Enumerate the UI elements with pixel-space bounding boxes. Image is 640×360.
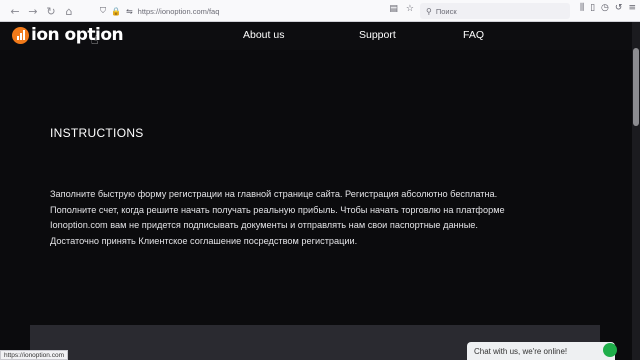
shield-icon: ⛉ [100,6,106,15]
history-icon[interactable]: ◷ [601,3,609,13]
sidebar-icon[interactable]: ▯ [590,3,595,13]
logo-text: ion option [31,25,124,45]
tracking-icon: ⇋ [125,6,133,16]
scrollbar[interactable] [632,22,640,360]
main-content: INSTRUCTIONS Заполните быструю форму рег… [0,50,632,360]
search-placeholder: Поиск [435,6,457,16]
nav-faq[interactable]: FAQ [463,29,484,41]
site-header: ion option ☝ About us Support FAQ [0,22,632,50]
lock-icon: 🔒 [111,6,121,16]
reader-view-icon[interactable]: ▤ [389,4,398,14]
search-icon: ⚲ [426,6,432,16]
library-icon[interactable]: ⫼ [580,3,584,13]
restore-icon[interactable]: ↺ [615,3,623,13]
logo[interactable]: ion option [12,25,124,45]
address-bar[interactable]: ⛉ 🔒 ⇋ https://ionoption.com/faq [100,3,420,19]
back-icon[interactable]: ← [6,2,24,20]
url-text: https://ionoption.com/faq [137,6,220,16]
logo-bars-icon [12,26,29,44]
instructions-paragraph: Заполните быструю форму регистрации на г… [50,189,505,247]
hand-cursor-icon: ☝ [91,33,99,47]
bookmark-star-icon[interactable]: ☆ [406,4,414,14]
menu-icon[interactable]: ≡ [628,3,636,13]
chat-widget-button[interactable]: Chat with us, we're online! [467,342,615,360]
forward-icon[interactable]: → [24,2,42,20]
nav-support[interactable]: Support [359,29,396,41]
scrollbar-thumb[interactable] [633,48,639,126]
page-heading: INSTRUCTIONS [50,126,144,140]
chat-status-icon [603,343,617,357]
reload-icon[interactable]: ↻ [42,2,60,20]
home-icon[interactable]: ⌂ [60,2,78,20]
chat-label: Chat with us, we're online! [474,346,568,356]
nav-about-us[interactable]: About us [243,29,284,41]
search-input[interactable]: ⚲ Поиск [420,3,570,19]
status-url: https://ionoption.com [0,350,68,360]
browser-toolbar: ← → ↻ ⌂ ⛉ 🔒 ⇋ https://ionoption.com/faq … [0,0,640,22]
